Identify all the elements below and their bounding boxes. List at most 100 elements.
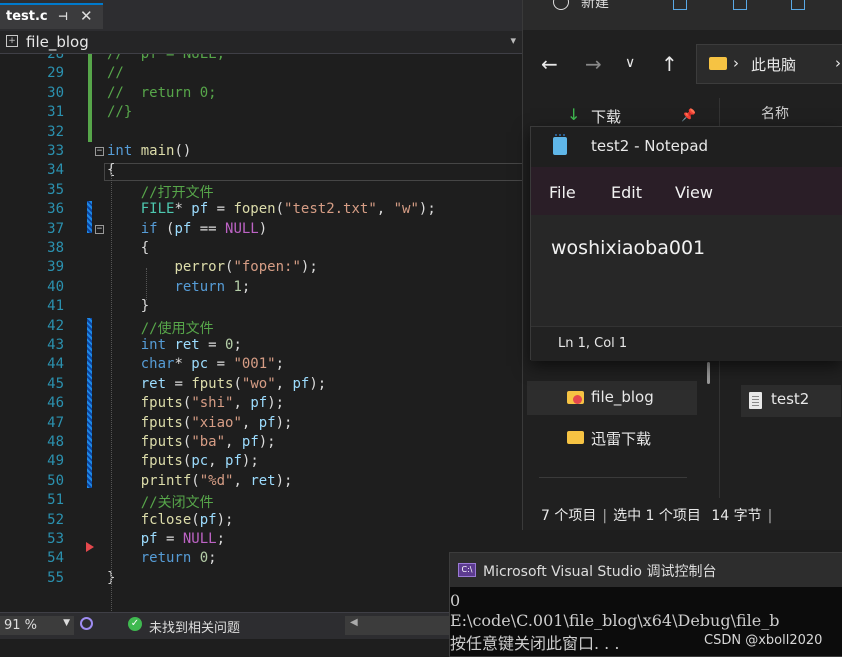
notepad-titlebar[interactable]: test2 - Notepad <box>531 127 842 167</box>
code-line[interactable]: return 0; <box>107 550 217 566</box>
execution-arrow-icon <box>86 542 94 552</box>
line-number: 53 <box>47 531 64 547</box>
code-line[interactable]: FILE* pf = fopen("test2.txt", "w"); <box>107 201 436 217</box>
line-number: 42 <box>47 317 64 334</box>
line-number: 47 <box>47 414 64 431</box>
menu-edit[interactable]: Edit <box>611 183 642 202</box>
breadcrumb-chevron-icon[interactable]: › <box>835 54 841 72</box>
cursor-position: Ln 1, Col 1 <box>558 336 628 351</box>
forward-arrow-icon[interactable]: → <box>585 52 602 76</box>
line-number: 50 <box>47 472 64 489</box>
code-line[interactable]: pf = NULL; <box>107 531 225 547</box>
console-titlebar[interactable]: C:\ Microsoft Visual Studio 调试控制台 <box>450 553 842 587</box>
window-title: Microsoft Visual Studio 调试控制台 <box>483 564 717 580</box>
zoom-dropdown[interactable]: 91 % ▼ <box>0 616 74 635</box>
unsaved-change-marker <box>87 201 92 233</box>
copy-icon[interactable] <box>733 0 747 10</box>
code-line[interactable]: fputs("shi", pf); <box>107 395 284 411</box>
sidebar-divider <box>539 477 687 478</box>
up-arrow-icon[interactable]: ↑ <box>661 52 678 76</box>
code-line[interactable]: // pf = NULL; <box>107 54 225 62</box>
notepad-status-bar: Ln 1, Col 1 <box>531 326 842 361</box>
new-icon[interactable] <box>553 0 569 10</box>
code-editor[interactable]: 28 // pf = NULL; 29 // 30 // return 0; 31 //} 32… <box>0 54 522 612</box>
code-line[interactable]: ret = fputs("wo", pf); <box>107 376 326 392</box>
scroll-left-icon[interactable]: ◀ <box>350 617 358 628</box>
code-line[interactable]: int ret = 0; <box>107 337 242 353</box>
code-line[interactable]: //打开文件 <box>107 182 214 202</box>
code-line[interactable]: int main() <box>107 143 191 159</box>
line-number: 38 <box>47 240 64 256</box>
file-item-label: test2 <box>771 390 810 408</box>
sidebar-item-label: 迅雷下载 <box>591 430 652 448</box>
close-tab-icon[interactable]: ✕ <box>80 7 93 25</box>
pin-icon[interactable]: ⊣ <box>58 10 68 23</box>
line-number: 31 <box>47 104 64 121</box>
sidebar-scrollbar[interactable] <box>707 362 710 384</box>
pin-icon[interactable]: 📌 <box>681 108 696 122</box>
code-line[interactable]: fclose(pf); <box>107 512 234 528</box>
line-number: 43 <box>47 337 64 353</box>
notepad-text-area[interactable]: woshixiaoba001 <box>531 215 842 325</box>
file-item-test2[interactable]: test2 <box>741 385 841 417</box>
breadcrumb-chevron-icon[interactable]: › <box>733 54 739 72</box>
cut-icon[interactable] <box>673 0 687 10</box>
column-header-name[interactable]: 名称 <box>761 103 789 123</box>
fold-toggle-icon[interactable]: − <box>95 147 104 156</box>
line-number: 29 <box>47 65 64 82</box>
download-arrow-icon: ↓ <box>567 105 581 124</box>
code-line[interactable]: perror("fopen:"); <box>107 259 317 275</box>
menu-view[interactable]: View <box>675 183 713 202</box>
line-number: 48 <box>47 434 64 450</box>
notepad-content: woshixiaoba001 <box>551 237 706 259</box>
saved-change-marker <box>88 54 92 142</box>
error-badge-icon <box>573 395 582 404</box>
code-line[interactable]: // return 0; <box>107 85 217 101</box>
line-number: 28 <box>47 54 64 62</box>
line-number: 55 <box>47 569 64 586</box>
address-bar[interactable]: › 此电脑 › Ap <box>696 44 842 84</box>
new-button[interactable]: 新建 <box>581 0 609 12</box>
console-output-line: 按任意键关闭此窗口. . . <box>450 634 620 653</box>
code-line[interactable]: fputs(pc, pf); <box>107 453 259 469</box>
back-arrow-icon[interactable]: ← <box>541 52 558 76</box>
code-line[interactable]: char* pc = "001"; <box>107 356 284 372</box>
console-output-line: 0 <box>450 591 461 610</box>
line-number: 40 <box>47 278 64 295</box>
code-line[interactable]: printf("%d", ret); <box>107 473 293 489</box>
code-line[interactable]: fputs("xiao", pf); <box>107 415 293 431</box>
text-file-icon <box>749 392 762 409</box>
line-number: 44 <box>47 356 64 373</box>
code-line[interactable]: //} <box>107 104 132 120</box>
chevron-down-icon[interactable]: ▾ <box>510 34 516 47</box>
code-line[interactable]: //关闭文件 <box>107 492 214 512</box>
code-line[interactable]: if (pf == NULL) <box>107 221 267 237</box>
sidebar-item-file-blog[interactable]: file_blog <box>527 381 697 415</box>
code-line[interactable]: //使用文件 <box>107 318 214 338</box>
menu-file[interactable]: File <box>549 183 576 202</box>
code-line[interactable]: return 1; <box>107 279 250 295</box>
line-number: 51 <box>47 492 64 509</box>
paste-icon[interactable] <box>791 0 805 10</box>
code-cleanup-icon[interactable] <box>80 617 93 630</box>
recent-locations-chevron-icon[interactable]: ∨ <box>625 55 635 71</box>
status-separator: | <box>767 508 773 524</box>
fold-toggle-icon[interactable]: − <box>95 225 104 234</box>
explorer-command-bar: 新建 <box>523 0 842 30</box>
breadcrumb-this-pc[interactable]: 此电脑 <box>751 54 796 75</box>
code-line[interactable]: // <box>107 65 124 81</box>
sidebar-item-thunder-downloads[interactable]: 迅雷下载 <box>527 421 697 455</box>
sidebar-item-label: file_blog <box>591 388 654 406</box>
line-number: 46 <box>47 395 64 412</box>
tab-test-c[interactable]: test.c ⊣ ✕ <box>0 3 103 29</box>
notepad-window: test2 - Notepad File Edit View woshixiao… <box>530 126 842 361</box>
code-line[interactable]: { <box>107 240 149 256</box>
issues-status[interactable]: 未找到相关问题 <box>149 617 240 636</box>
code-line[interactable]: } <box>107 298 149 314</box>
folder-icon <box>709 57 727 70</box>
unsaved-change-marker <box>87 318 92 488</box>
status-separator: | <box>602 508 608 524</box>
project-navigation-bar[interactable]: + file_blog ▾ <box>0 31 522 54</box>
selection-count: 选中 1 个项目 <box>613 508 701 524</box>
code-line[interactable]: fputs("ba", pf); <box>107 434 276 450</box>
